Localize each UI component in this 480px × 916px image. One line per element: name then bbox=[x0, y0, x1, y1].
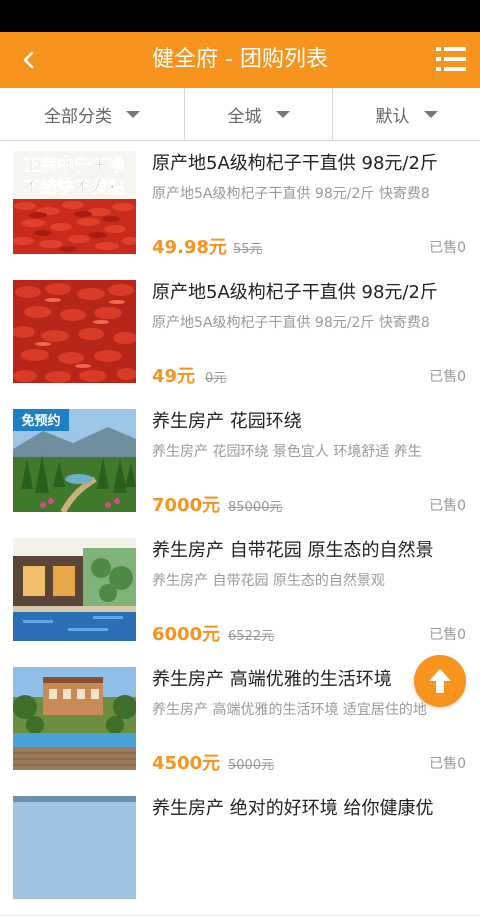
filter-sort[interactable]: 默认 bbox=[333, 88, 480, 140]
thumb-caption-line1: 正宗中宁干净 bbox=[23, 155, 125, 176]
item-sold-count: 已售0 bbox=[429, 627, 466, 643]
property-image: 免预约 bbox=[13, 409, 136, 512]
list-item[interactable]: 免预约 养生房产 花园环绕 养生房产 花园环绕 景色宜人 环境舒适 养生 700… bbox=[0, 399, 480, 529]
item-description: 原产地5A级枸杞子干直供 98元/2斤 快寄费8 bbox=[152, 186, 430, 202]
no-reservation-badge: 免预约 bbox=[21, 413, 60, 429]
property-image bbox=[13, 796, 136, 899]
caret-down-icon bbox=[275, 110, 290, 118]
list-item[interactable]: 正宗中宁干净 不结块不发粘 原产地5A级枸杞子干直供 98元/2斤 原产地5A级… bbox=[0, 141, 480, 271]
item-title: 原产地5A级枸杞子干直供 98元/2斤 bbox=[152, 282, 438, 303]
item-price: 6000元 bbox=[152, 624, 221, 645]
item-sold-count: 已售0 bbox=[429, 756, 466, 772]
item-sold-count: 已售0 bbox=[429, 498, 466, 514]
list-item[interactable]: 养生房产 高端优雅的生活环境 养生房产 高端优雅的生活环境 适宜居住的地 450… bbox=[0, 657, 480, 787]
product-image: 正宗中宁干净 不结块不发粘 bbox=[13, 151, 136, 254]
filter-sort-label: 默认 bbox=[375, 106, 410, 127]
item-sold-count: 已售0 bbox=[429, 369, 466, 385]
filter-bar: 全部分类 全城 默认 bbox=[0, 88, 480, 141]
item-price: 49元 bbox=[152, 366, 196, 387]
item-price: 7000元 bbox=[152, 495, 221, 516]
filter-category[interactable]: 全部分类 bbox=[0, 88, 184, 140]
item-title: 养生房产 绝对的好环境 给你健康优 bbox=[152, 798, 434, 819]
filter-area-label: 全城 bbox=[227, 106, 262, 127]
property-image bbox=[13, 667, 136, 770]
item-original-price: 55元 bbox=[233, 242, 263, 257]
product-image bbox=[13, 280, 136, 383]
thumb-caption-line2: 不结块不发粘 bbox=[23, 177, 125, 198]
item-title: 养生房产 花园环绕 bbox=[152, 411, 302, 432]
item-original-price: 85000元 bbox=[228, 500, 283, 515]
item-description: 养生房产 花园环绕 景色宜人 环境舒适 养生 bbox=[152, 444, 422, 460]
caret-down-icon bbox=[423, 110, 438, 118]
list-menu-icon bbox=[436, 47, 466, 71]
arrow-up-icon bbox=[429, 669, 451, 693]
header-bar: 健全府 - 团购列表 bbox=[0, 32, 480, 88]
status-bar bbox=[0, 0, 480, 32]
property-image bbox=[13, 538, 136, 641]
list-item[interactable]: 原产地5A级枸杞子干直供 98元/2斤 原产地5A级枸杞子干直供 98元/2斤 … bbox=[0, 270, 480, 400]
list-item[interactable]: 养生房产 绝对的好环境 给你健康优 bbox=[0, 786, 480, 916]
caret-down-icon bbox=[126, 110, 140, 118]
item-original-price: 6522元 bbox=[228, 629, 275, 644]
menu-button[interactable] bbox=[436, 46, 466, 72]
list-item[interactable]: 养生房产 自带花园 原生态的自然景 养生房产 自带花园 原生态的自然景观 600… bbox=[0, 528, 480, 658]
page-title: 健全府 - 团购列表 bbox=[152, 47, 328, 72]
item-price: 4500元 bbox=[152, 753, 221, 774]
filter-category-label: 全部分类 bbox=[44, 106, 112, 127]
item-description: 养生房产 自带花园 原生态的自然景观 bbox=[152, 573, 385, 589]
item-title: 原产地5A级枸杞子干直供 98元/2斤 bbox=[152, 153, 438, 174]
item-original-price: 0元 bbox=[205, 371, 227, 386]
item-title: 养生房产 自带花园 原生态的自然景 bbox=[152, 540, 434, 561]
scroll-to-top-button[interactable] bbox=[414, 655, 466, 707]
item-description: 养生房产 高端优雅的生活环境 适宜居住的地 bbox=[152, 702, 427, 718]
item-price: 49.98元 bbox=[152, 237, 227, 258]
item-original-price: 5000元 bbox=[228, 758, 275, 773]
filter-area[interactable]: 全城 bbox=[185, 88, 332, 140]
item-description: 原产地5A级枸杞子干直供 98元/2斤 快寄费8 bbox=[152, 315, 430, 331]
item-sold-count: 已售0 bbox=[429, 240, 466, 256]
